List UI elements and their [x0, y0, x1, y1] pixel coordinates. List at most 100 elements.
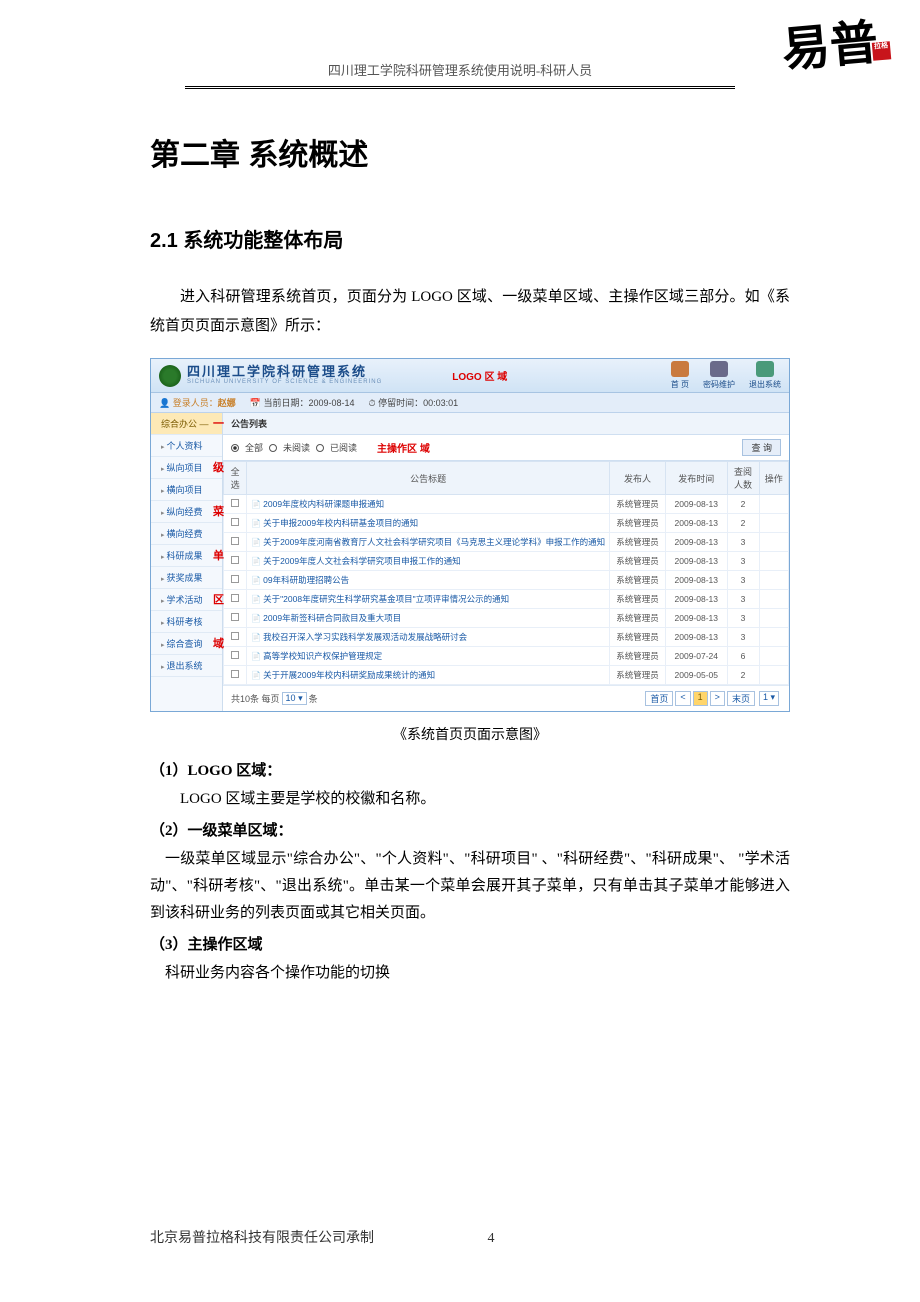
- row-checkbox[interactable]: [231, 670, 239, 678]
- filter-unread-radio[interactable]: [269, 444, 277, 452]
- announcement-link[interactable]: 关于"2008年度研究生科学研究基金项目"立项评审情况公示的通知: [247, 590, 610, 609]
- count-cell: 3: [727, 571, 759, 590]
- sidebar-item[interactable]: ▸ 科研考核: [151, 611, 222, 633]
- sidebar-item[interactable]: ▸ 个人资料: [151, 435, 222, 457]
- count-cell: 3: [727, 628, 759, 647]
- filter-read-radio[interactable]: [316, 444, 324, 452]
- password-button[interactable]: 密码维护: [703, 361, 735, 390]
- count-cell: 3: [727, 552, 759, 571]
- action-cell: [759, 666, 788, 685]
- sidebar-item[interactable]: ▸ 科研成果单: [151, 545, 222, 567]
- panel-title: 公告列表: [223, 413, 789, 435]
- action-cell: [759, 647, 788, 666]
- row-checkbox[interactable]: [231, 556, 239, 564]
- action-cell: [759, 590, 788, 609]
- fig-sidebar: 综合办公 —一▸ 个人资料▸ 纵向项目级▸ 横向项目▸ 纵向经费菜▸ 横向经费▸…: [151, 413, 223, 711]
- row-checkbox[interactable]: [231, 651, 239, 659]
- announcement-link[interactable]: 关于2009年度人文社会科学研究项目申报工作的通知: [247, 552, 610, 571]
- fig-userbar: 👤 登录人员：赵娜 📅 当前日期：2009-08-14 ⏱ 停留时间：00:03…: [151, 393, 789, 413]
- table-row: 关于2009年度河南省教育厅人文社会科学研究项目《马克思主义理论学科》申报工作的…: [224, 533, 789, 552]
- table-row: 关于开展2009年校内科研奖励成果统计的通知系统管理员2009-05-052: [224, 666, 789, 685]
- logo-zone-label: LOGO 区 域: [452, 368, 507, 383]
- sidebar-item[interactable]: ▸ 学术活动区: [151, 589, 222, 611]
- red-stamp-icon: 拉格: [872, 42, 892, 62]
- sidebar-item[interactable]: ▸ 获奖成果: [151, 567, 222, 589]
- exit-icon: [756, 361, 774, 377]
- zone-overlay-char: 一: [213, 415, 224, 431]
- zone-overlay-char: 级: [213, 459, 224, 475]
- sidebar-item[interactable]: 综合办公 —一: [151, 413, 222, 435]
- table-header: 全选: [224, 462, 247, 495]
- school-badge-icon: [159, 365, 181, 387]
- date-cell: 2009-08-13: [665, 514, 727, 533]
- action-cell: [759, 628, 788, 647]
- fig-main: 公告列表 全部 未阅读 已阅读 主操作区 域 查 询 全选公告标题发布人发布时间…: [223, 413, 789, 711]
- zone-overlay-char: 域: [213, 635, 224, 651]
- announcement-link[interactable]: 关于申报2009年校内科研基金项目的通知: [247, 514, 610, 533]
- table-row: 关于"2008年度研究生科学研究基金项目"立项评审情况公示的通知系统管理员200…: [224, 590, 789, 609]
- sidebar-item[interactable]: ▸ 退出系统: [151, 655, 222, 677]
- pager-last[interactable]: 末页: [727, 691, 755, 706]
- section-title: 2.1 系统功能整体布局: [150, 224, 790, 253]
- sidebar-item[interactable]: ▸ 纵向项目级: [151, 457, 222, 479]
- announcement-link[interactable]: 关于2009年度河南省教育厅人文社会科学研究项目《马克思主义理论学科》申报工作的…: [247, 533, 610, 552]
- table-header: 公告标题: [247, 462, 610, 495]
- sidebar-item[interactable]: ▸ 纵向经费菜: [151, 501, 222, 523]
- home-button[interactable]: 首 页: [671, 361, 689, 390]
- count-cell: 3: [727, 609, 759, 628]
- per-page-select[interactable]: 10 ▾: [282, 692, 307, 705]
- sidebar-item[interactable]: ▸ 横向项目: [151, 479, 222, 501]
- publisher-cell: 系统管理员: [610, 571, 666, 590]
- exit-button[interactable]: 退出系统: [749, 361, 781, 390]
- date-cell: 2009-08-13: [665, 628, 727, 647]
- query-button[interactable]: 查 询: [742, 439, 781, 456]
- row-checkbox[interactable]: [231, 537, 239, 545]
- row-checkbox[interactable]: [231, 518, 239, 526]
- sidebar-item[interactable]: ▸ 综合查询域: [151, 633, 222, 655]
- filter-all-radio[interactable]: [231, 444, 239, 452]
- stay-label: 停留时间：: [378, 398, 423, 408]
- action-cell: [759, 514, 788, 533]
- pager-total-mid: 条 每页: [250, 692, 280, 705]
- footer-company: 北京易普拉格科技有限责任公司承制: [150, 1231, 374, 1246]
- table-row: 关于申报2009年校内科研基金项目的通知系统管理员2009-08-132: [224, 514, 789, 533]
- sidebar-item[interactable]: ▸ 横向经费: [151, 523, 222, 545]
- announcement-link[interactable]: 我校召开深入学习实践科学发展观活动发展战略研讨会: [247, 628, 610, 647]
- announcement-link[interactable]: 2009年新签科研合同款目及重大项目: [247, 609, 610, 628]
- count-cell: 2: [727, 666, 759, 685]
- sub1-body: LOGO 区域主要是学校的校徽和名称。: [150, 786, 790, 813]
- count-cell: 3: [727, 533, 759, 552]
- announcement-link[interactable]: 09年科研助理招聘公告: [247, 571, 610, 590]
- pager-prev[interactable]: <: [675, 691, 690, 706]
- main-zone-label: 主操作区 域: [377, 440, 430, 455]
- announcement-link[interactable]: 2009年度校内科研课题申报通知: [247, 495, 610, 514]
- system-screenshot-figure: 四川理工学院科研管理系统 SICHUAN UNIVERSITY OF SCIEN…: [150, 358, 790, 712]
- table-header: 发布时间: [665, 462, 727, 495]
- row-checkbox[interactable]: [231, 613, 239, 621]
- date-cell: 2009-08-13: [665, 609, 727, 628]
- date-cell: 2009-05-05: [665, 666, 727, 685]
- table-row: 关于2009年度人文社会科学研究项目申报工作的通知系统管理员2009-08-13…: [224, 552, 789, 571]
- row-checkbox[interactable]: [231, 594, 239, 602]
- date-cell: 2009-08-13: [665, 495, 727, 514]
- announcement-link[interactable]: 关于开展2009年校内科研奖励成果统计的通知: [247, 666, 610, 685]
- sub2-title: （2）一级菜单区域：: [150, 819, 790, 840]
- table-header: 发布人: [610, 462, 666, 495]
- count-cell: 2: [727, 495, 759, 514]
- pager-jump-select[interactable]: 1 ▾: [759, 691, 779, 706]
- running-header: 四川理工学院科研管理系统使用说明-科研人员: [0, 60, 920, 89]
- publisher-cell: 系统管理员: [610, 495, 666, 514]
- zone-overlay-char: 单: [213, 547, 224, 563]
- announcement-link[interactable]: 高等学校知识产权保护管理规定: [247, 647, 610, 666]
- sub1-title: （1）LOGO 区域：: [150, 759, 790, 780]
- row-checkbox[interactable]: [231, 575, 239, 583]
- chapter-title: 第二章 系统概述: [150, 130, 790, 174]
- stay-value: 00:03:01: [423, 398, 458, 408]
- figure-caption: 《系统首页页面示意图》: [150, 724, 790, 744]
- publisher-cell: 系统管理员: [610, 609, 666, 628]
- pager-next[interactable]: >: [710, 691, 725, 706]
- pager-first[interactable]: 首页: [645, 691, 673, 706]
- row-checkbox[interactable]: [231, 499, 239, 507]
- row-checkbox[interactable]: [231, 632, 239, 640]
- pager: 共10条 每页 10 ▾ 条 首页 < 1 > 末页 1 ▾: [223, 685, 789, 711]
